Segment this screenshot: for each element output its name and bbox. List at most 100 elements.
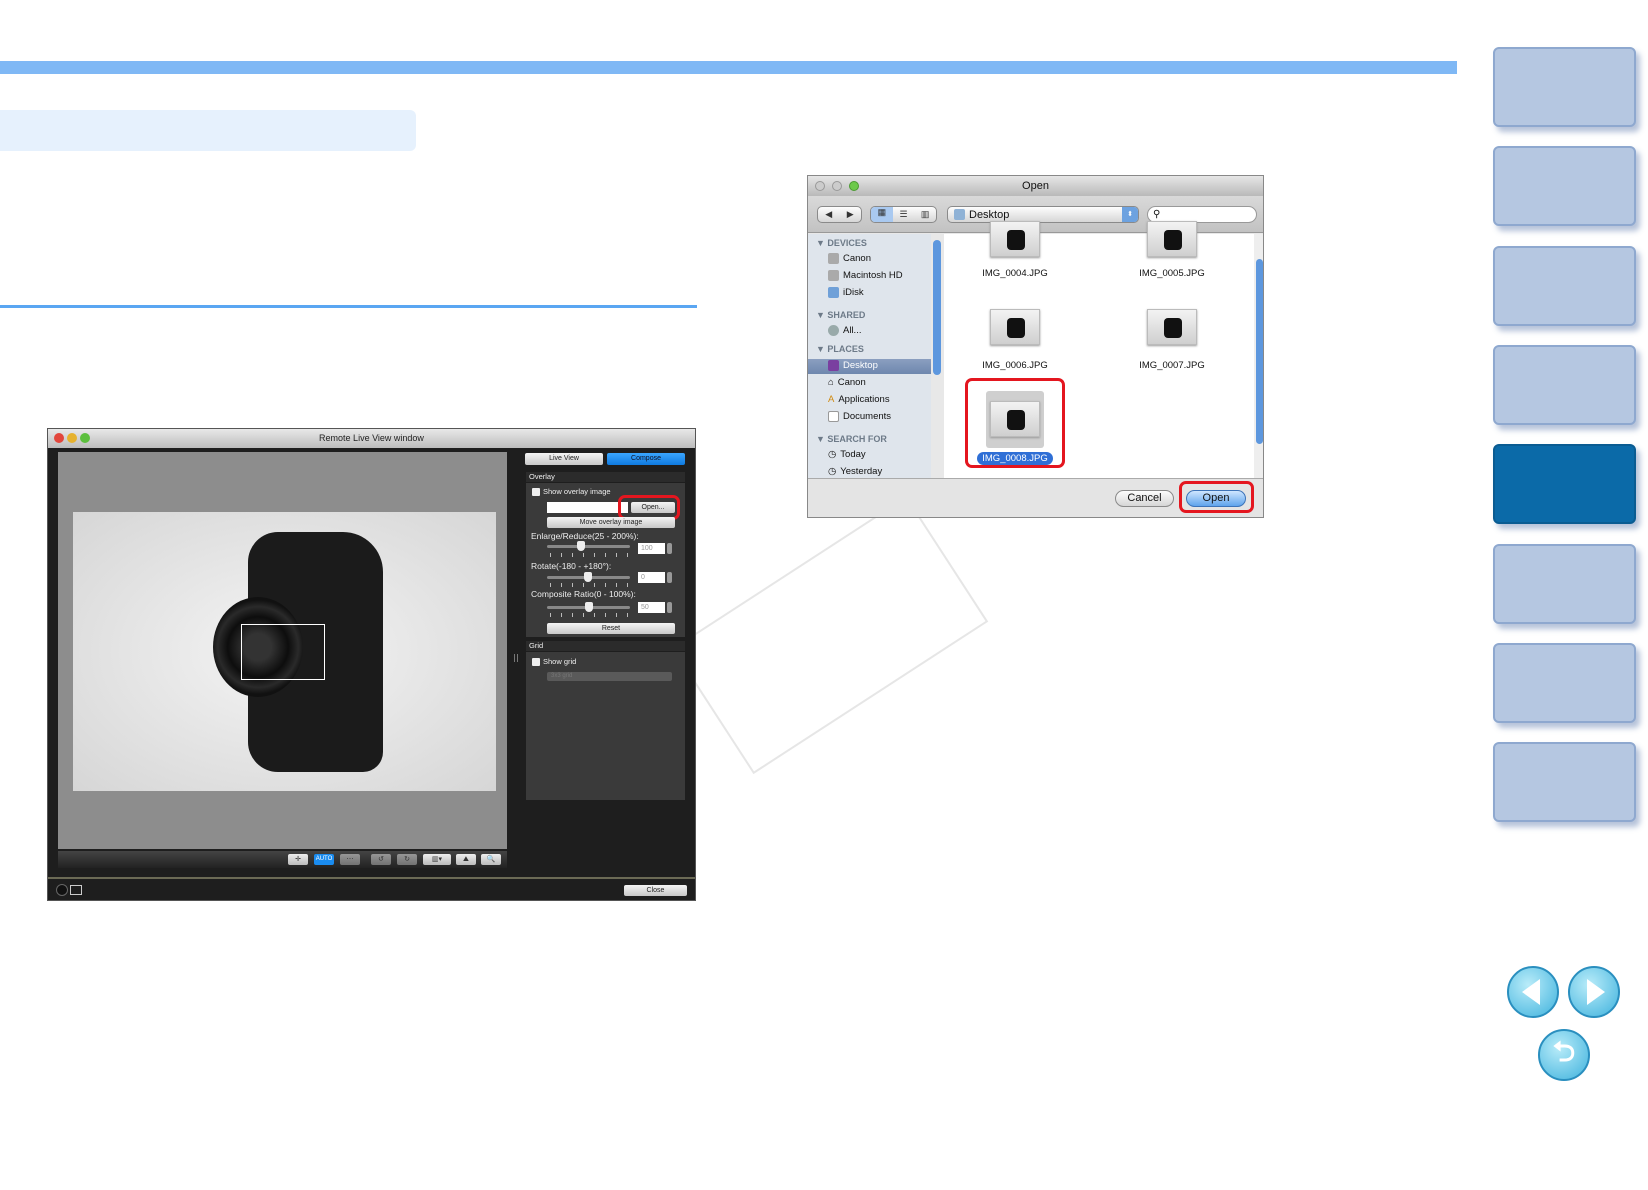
side-tab-8[interactable] xyxy=(1493,742,1636,822)
file-name[interactable]: IMG_0005.JPG xyxy=(1112,268,1232,279)
enlarge-label: Enlarge/Reduce(25 - 200%): xyxy=(531,531,639,541)
panel-splitter[interactable] xyxy=(514,654,518,662)
item-label: Today xyxy=(840,449,866,460)
open-dialog: Open ◀ ▶ ▦ ☰ ▥ Desktop ⬍ ⚲ ▼ DEVICES Cano… xyxy=(807,175,1264,518)
white-balance-icon[interactable]: ⛰ xyxy=(456,854,476,865)
close-dialog-button[interactable] xyxy=(815,181,825,191)
composite-value-field[interactable]: 50 xyxy=(638,602,665,613)
sidebar-scrollbar[interactable] xyxy=(931,234,943,478)
zoom-window-button[interactable] xyxy=(80,433,90,443)
file-name[interactable]: IMG_0006.JPG xyxy=(955,360,1075,371)
rotate-right-icon[interactable]: ↻ xyxy=(397,854,417,865)
enlarge-value-field[interactable]: 100 xyxy=(638,543,665,554)
drive-icon xyxy=(828,253,839,264)
zoom-icon[interactable]: 🔍 xyxy=(481,854,501,865)
auto-focus-button[interactable]: AUTO xyxy=(314,854,334,865)
enlarge-stepper[interactable] xyxy=(667,543,672,554)
sidebar-item-today[interactable]: ◷ Today xyxy=(828,449,866,460)
show-grid-checkbox[interactable] xyxy=(532,658,540,666)
icon-view-icon[interactable]: ▦ xyxy=(871,207,893,222)
side-tab-4[interactable] xyxy=(1493,345,1636,425)
enlarge-slider[interactable] xyxy=(547,541,630,551)
rotate-value-field[interactable]: 0 xyxy=(638,572,665,583)
side-tab-6[interactable] xyxy=(1493,544,1636,624)
side-tab-3[interactable] xyxy=(1493,246,1636,326)
reset-button[interactable]: Reset xyxy=(547,623,675,634)
return-icon: ⮌ xyxy=(1552,1036,1576,1067)
file-thumbnail[interactable] xyxy=(1147,221,1197,257)
camera-image xyxy=(1007,230,1025,250)
side-tab-1[interactable] xyxy=(1493,47,1636,127)
location-popup[interactable]: Desktop ⬍ xyxy=(947,206,1139,223)
tab-live-view[interactable]: Live View xyxy=(525,453,603,465)
sidebar-header-devices: ▼ DEVICES xyxy=(816,238,867,248)
overlay-file-field[interactable] xyxy=(547,502,628,513)
move-overlay-button[interactable]: Move overlay image xyxy=(547,517,675,528)
sidebar-item-applications[interactable]: A Applications xyxy=(828,394,890,405)
clock-icon: ◷ xyxy=(828,449,837,460)
file-thumbnail[interactable] xyxy=(990,309,1040,345)
window-title: Remote Live View window xyxy=(48,429,695,448)
slider-thumb[interactable] xyxy=(577,541,585,551)
slider-thumb[interactable] xyxy=(585,602,593,612)
file-name[interactable]: IMG_0004.JPG xyxy=(955,268,1075,279)
grid-type-select[interactable]: 3x3 grid xyxy=(547,672,672,681)
composite-slider[interactable] xyxy=(547,602,630,612)
crosshair-icon[interactable]: ✛ xyxy=(288,854,308,865)
list-view-icon[interactable]: ☰ xyxy=(893,209,915,220)
sidebar-item-canon-device[interactable]: Canon xyxy=(828,253,871,264)
zoom-dialog-button[interactable] xyxy=(849,181,859,191)
file-thumbnail[interactable] xyxy=(990,221,1040,257)
live-view-image[interactable] xyxy=(73,512,496,791)
search-icon: ⚲ xyxy=(1153,209,1161,220)
composite-stepper[interactable] xyxy=(667,602,672,613)
slider-ticks xyxy=(550,583,630,587)
aspect-ratio-icon[interactable]: ▥▾ xyxy=(423,854,451,865)
file-scrollbar[interactable] xyxy=(1254,234,1263,478)
minimize-dialog-button[interactable] xyxy=(832,181,842,191)
side-tab-2[interactable] xyxy=(1493,146,1636,226)
item-label: Applications xyxy=(838,394,890,405)
camera-image xyxy=(1164,318,1182,338)
header-label: PLACES xyxy=(827,344,864,354)
file-name[interactable]: IMG_0007.JPG xyxy=(1112,360,1232,371)
column-view-icon[interactable]: ▥ xyxy=(914,209,936,220)
side-tab-7[interactable] xyxy=(1493,643,1636,723)
item-label: Documents xyxy=(843,411,892,422)
next-page-button[interactable] xyxy=(1568,966,1620,1018)
sidebar-item-desktop[interactable]: Desktop xyxy=(828,360,878,371)
previous-page-button[interactable] xyxy=(1507,966,1559,1018)
forward-icon[interactable]: ▶ xyxy=(847,209,854,220)
cancel-button[interactable]: Cancel xyxy=(1115,490,1174,507)
slider-thumb[interactable] xyxy=(584,572,592,582)
sidebar-item-all[interactable]: All... xyxy=(828,325,861,336)
close-button[interactable]: Close xyxy=(624,885,687,896)
item-label: iDisk xyxy=(843,287,864,298)
rotate-stepper[interactable] xyxy=(667,572,672,583)
item-label: Canon xyxy=(843,253,871,264)
sidebar-item-documents[interactable]: Documents xyxy=(828,411,891,422)
arrow-left-icon xyxy=(1522,979,1540,1005)
scrollbar-thumb[interactable] xyxy=(1256,259,1263,444)
grid-icon[interactable]: ⋯ xyxy=(340,854,360,865)
view-mode-buttons[interactable]: ▦ ☰ ▥ xyxy=(870,206,937,223)
rotate-slider[interactable] xyxy=(547,572,630,582)
focus-frame[interactable] xyxy=(241,624,325,680)
sidebar-item-canon-home[interactable]: ⌂ Canon xyxy=(828,377,866,388)
back-forward-buttons[interactable]: ◀ ▶ xyxy=(817,206,862,223)
minimize-window-button[interactable] xyxy=(67,433,77,443)
item-label: Yesterday xyxy=(840,466,883,477)
sidebar-item-macintosh-hd[interactable]: Macintosh HD xyxy=(828,270,903,281)
side-tab-5[interactable] xyxy=(1493,444,1636,524)
file-thumbnail[interactable] xyxy=(1147,309,1197,345)
close-window-button[interactable] xyxy=(54,433,64,443)
scrollbar-thumb[interactable] xyxy=(933,240,941,375)
header-label: SHARED xyxy=(827,310,866,320)
sidebar-item-idisk[interactable]: iDisk xyxy=(828,287,864,298)
sidebar-item-yesterday[interactable]: ◷ Yesterday xyxy=(828,466,882,477)
return-button[interactable]: ⮌ xyxy=(1538,1029,1590,1081)
tab-compose[interactable]: Compose xyxy=(607,453,685,465)
back-icon[interactable]: ◀ xyxy=(825,209,832,220)
rotate-left-icon[interactable]: ↺ xyxy=(371,854,391,865)
show-overlay-checkbox[interactable] xyxy=(532,488,540,496)
